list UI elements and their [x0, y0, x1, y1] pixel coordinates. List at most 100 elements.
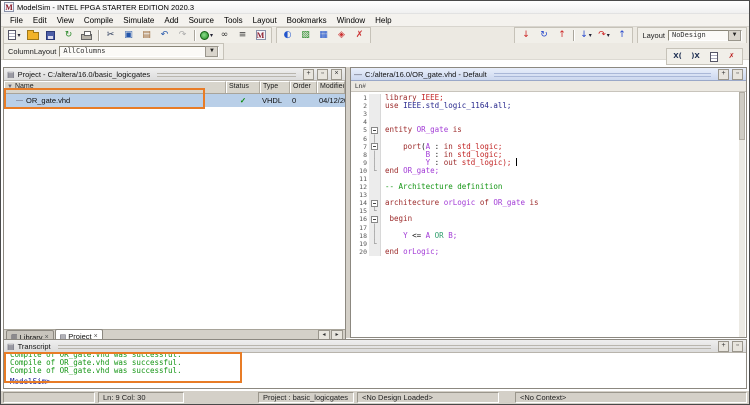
fold-gutter[interactable] [369, 215, 381, 224]
doc-icon[interactable] [705, 49, 722, 64]
fold-gutter[interactable]: │ [369, 134, 381, 143]
simulate-icon[interactable]: ◐ [279, 28, 296, 43]
layout-select[interactable]: NoDesign ▼ [668, 29, 742, 41]
fold-gutter[interactable]: └ [369, 207, 381, 216]
fold-box-icon[interactable] [371, 215, 378, 223]
fold-gutter[interactable]: └ [369, 239, 381, 248]
column-header-name[interactable]: ▼ Name [4, 81, 226, 93]
step-out-icon[interactable]: ↑ [613, 28, 630, 43]
fold-box-icon[interactable] [371, 199, 378, 207]
menu-help[interactable]: Help [370, 16, 396, 25]
collapse-right-icon[interactable]: )X [687, 49, 704, 64]
project-dock-icon[interactable]: + [303, 68, 314, 80]
columnlayout-select[interactable]: AllColumns ▼ [59, 45, 220, 57]
fold-gutter[interactable]: └ [369, 166, 381, 175]
find-in-files-icon[interactable]: ≡ [234, 28, 251, 43]
paste-icon[interactable]: ▤ [138, 28, 155, 43]
editor-panel-header[interactable]: — C:/altera/16.0/OR_gate.vhd - Default +… [351, 68, 746, 81]
menu-add[interactable]: Add [159, 16, 183, 25]
menu-window[interactable]: Window [332, 16, 370, 25]
menu-compile[interactable]: Compile [79, 16, 118, 25]
transcript-prompt[interactable]: ModelSim> [10, 377, 746, 386]
menu-file[interactable]: File [5, 16, 28, 25]
transcript-panel-grip[interactable] [57, 343, 711, 349]
modelsim-icon[interactable]: M [252, 28, 269, 43]
collapse-left-icon-glyph: X( [673, 52, 682, 60]
menu-view[interactable]: View [52, 16, 79, 25]
layout-dropdown-icon[interactable]: ▼ [728, 29, 741, 41]
table-row[interactable]: —OR_gate.vhd ✓ VHDL 0 04/12/2021 08:04:25 ..… [4, 94, 345, 107]
editor-scrollbar[interactable] [739, 92, 745, 337]
copy-icon[interactable]: ▣ [120, 28, 137, 43]
fold-gutter[interactable]: │ [369, 150, 381, 159]
editor-scrollbar-thumb[interactable] [739, 92, 745, 140]
menu-bookmarks[interactable]: Bookmarks [282, 16, 332, 25]
delete-icon[interactable]: ✗ [723, 49, 740, 64]
fold-gutter[interactable]: │ [369, 231, 381, 240]
editor-undock-icon[interactable]: ▫ [732, 68, 743, 80]
fold-gutter[interactable] [369, 102, 381, 111]
new-file-icon[interactable]: ▾ [6, 28, 23, 43]
fold-gutter[interactable]: │ [369, 223, 381, 232]
title-bar[interactable]: M ModelSim - INTEL FPGA STARTER EDITION … [1, 1, 749, 14]
menu-edit[interactable]: Edit [28, 16, 52, 25]
fold-gutter[interactable]: │ [369, 158, 381, 167]
fold-gutter[interactable] [369, 183, 381, 192]
fold-box-icon[interactable] [371, 126, 378, 134]
redo-icon[interactable]: ↷ [174, 28, 191, 43]
transcript-panel-header[interactable]: ▤ Transcript + ▫ [4, 340, 746, 353]
fold-gutter[interactable] [369, 191, 381, 200]
open-folder-icon[interactable] [24, 28, 41, 43]
transcript-undock-icon[interactable]: ▫ [732, 340, 743, 352]
fold-box-icon[interactable] [371, 143, 378, 151]
step-over-icon[interactable]: ↷ ▾ [595, 28, 612, 43]
fold-gutter[interactable] [369, 199, 381, 208]
collapse-left-icon[interactable]: X( [669, 49, 686, 64]
new-file-icon-caret[interactable]: ▾ [17, 32, 20, 39]
step-over-icon-caret[interactable]: ▾ [607, 32, 610, 39]
menu-tools[interactable]: Tools [219, 16, 248, 25]
sort-filter-icon[interactable]: ▼ [7, 84, 13, 90]
fold-gutter[interactable] [369, 174, 381, 184]
fold-gutter[interactable] [369, 142, 381, 151]
project-panel-grip[interactable] [157, 71, 296, 77]
fold-gutter[interactable] [369, 110, 381, 119]
fold-gutter[interactable] [369, 247, 381, 256]
step-into-icon[interactable]: ↓ ▾ [577, 28, 594, 43]
transcript-dock-icon[interactable]: + [718, 340, 729, 352]
reload-icon[interactable]: ↻ [60, 28, 77, 43]
project-close-icon[interactable]: × [331, 68, 342, 80]
compile-all-icon[interactable]: ▧ [297, 28, 314, 43]
run-icon[interactable]: ◈ [333, 28, 350, 43]
continue-run-icon[interactable]: ↻ [535, 28, 552, 43]
save-icon[interactable] [42, 28, 59, 43]
fold-gutter[interactable] [369, 126, 381, 135]
compile-icon[interactable]: ▾ [198, 28, 215, 43]
transcript-output[interactable]: Compile of OR_gate.vhd was successful. Co… [4, 353, 746, 388]
undo-icon[interactable]: ↶ [156, 28, 173, 43]
project-panel-header[interactable]: ▤ Project - C:/altera/16.0/basic_logicga… [4, 68, 345, 81]
quit-sim-icon[interactable]: ✗ [351, 28, 368, 43]
fold-gutter[interactable] [369, 118, 381, 127]
column-header-status[interactable]: Status [226, 81, 260, 93]
columnlayout-dropdown-icon[interactable]: ▼ [205, 45, 219, 57]
menu-source[interactable]: Source [184, 16, 219, 25]
column-header-modified[interactable]: Modified▽ [317, 81, 345, 93]
step-icon[interactable]: ↑ [553, 28, 570, 43]
fold-gutter[interactable] [369, 94, 381, 103]
editor-dock-icon[interactable]: + [718, 68, 729, 80]
menu-simulate[interactable]: Simulate [118, 16, 159, 25]
cut-icon[interactable]: ✂ [102, 28, 119, 43]
step-into-icon-caret[interactable]: ▾ [589, 32, 592, 39]
find-icon[interactable]: ∞ [216, 28, 233, 43]
restart-icon[interactable]: ↓ [517, 28, 534, 43]
column-header-type[interactable]: Type [260, 81, 290, 93]
editor-panel-grip[interactable] [493, 71, 711, 77]
code-editor[interactable]: 1 library IEEE; 2 use IEEE.std_logic_1164.a… [351, 92, 746, 337]
print-icon[interactable] [78, 28, 95, 43]
project-undock-icon[interactable]: ▫ [317, 68, 328, 80]
column-header-order[interactable]: Order [290, 81, 317, 93]
compile-icon-caret[interactable]: ▾ [210, 32, 213, 39]
break-icon[interactable]: ▦ [315, 28, 332, 43]
menu-layout[interactable]: Layout [248, 16, 282, 25]
